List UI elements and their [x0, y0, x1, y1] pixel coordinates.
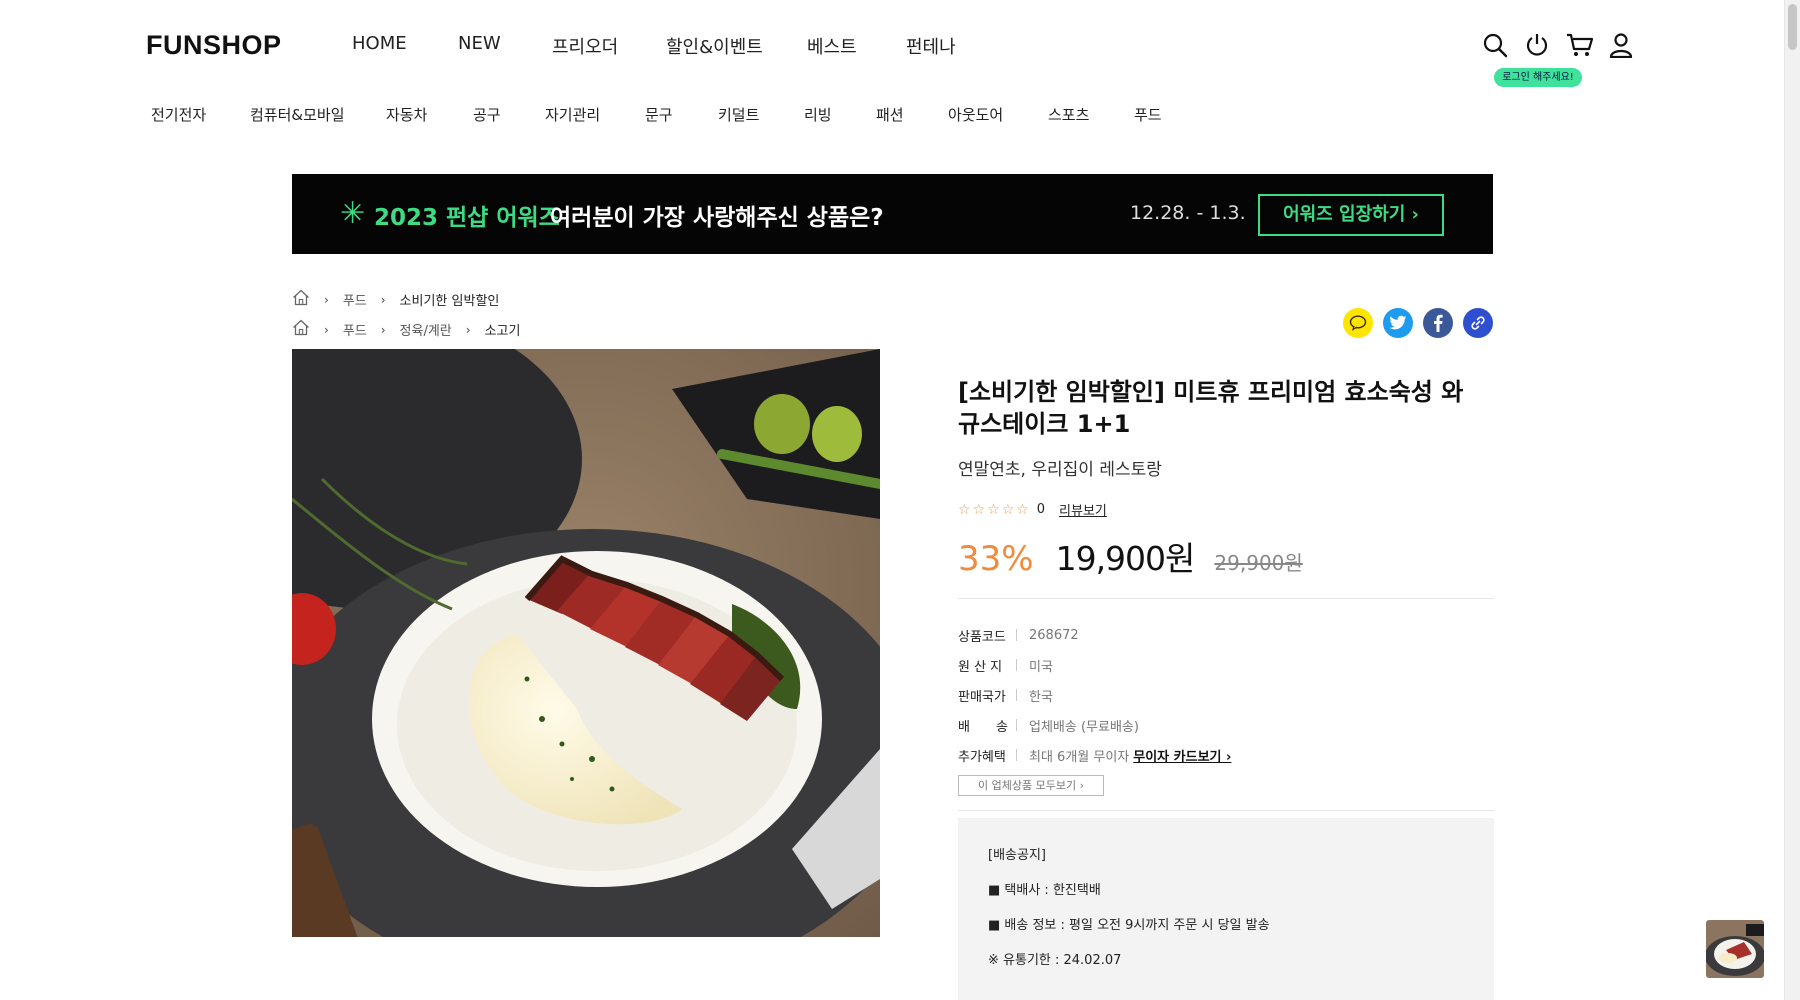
notice-line: ■ 택배사 : 한진택배 [988, 883, 1101, 898]
rating: ☆☆☆☆☆ 0 리뷰보기 [958, 500, 1107, 520]
home-icon[interactable] [292, 289, 310, 310]
spec-row: 상품코드 268672 [958, 620, 1494, 650]
recent-product-thumbnail[interactable] [1706, 920, 1764, 978]
spec-value: 미국 [1029, 659, 1053, 675]
awards-banner[interactable]: ✳ 2023 펀샵 어워즈 여러분이 가장 사랑해주신 상품은? 12.28. … [292, 174, 1493, 254]
price-row: 33% 19,900원 29,900원 [958, 532, 1303, 580]
discount-rate: 33% [958, 539, 1034, 579]
spec-row: 배 송 업체배송 (무료배송) [958, 710, 1494, 740]
cat-car[interactable]: 자동차 [386, 104, 427, 125]
banner-enter-button[interactable]: 어워즈 입장하기 › [1258, 194, 1444, 236]
chevron-right-icon: › [324, 322, 329, 337]
nav-home[interactable]: HOME [352, 33, 407, 54]
nav-funtenna[interactable]: 펀테나 [906, 33, 956, 59]
divider [958, 810, 1494, 811]
breadcrumb: › 푸드 › 정육/계란 › 소고기 [292, 319, 520, 340]
divider [958, 598, 1494, 599]
cat-fashion[interactable]: 패션 [876, 104, 904, 125]
spec-separator [1016, 689, 1017, 701]
banner-date: 12.28. - 1.3. [1130, 202, 1246, 224]
shipping-notice: [배송공지] ■ 택배사 : 한진택배 ■ 배송 정보 : 평일 오전 9시까지… [958, 818, 1494, 1000]
cat-tools[interactable]: 공구 [473, 104, 501, 125]
chevron-right-icon: › [324, 292, 329, 307]
product-title: [소비기한 임박할인] 미트휴 프리미엄 효소숙성 와규스테이크 1+1 [958, 378, 1464, 438]
spec-row: 원 산 지 미국 [958, 650, 1494, 680]
category-nav: 전기전자 컴퓨터&모바일 자동차 공구 자기관리 문구 키덜트 리빙 패션 아웃… [0, 104, 1300, 128]
spec-value: 최대 6개월 무이자 [1029, 749, 1130, 765]
cat-sports[interactable]: 스포츠 [1048, 104, 1089, 125]
spec-value: 268672 [1029, 627, 1079, 643]
cat-food[interactable]: 푸드 [1134, 104, 1162, 125]
spec-separator [1016, 659, 1017, 671]
cat-living[interactable]: 리빙 [804, 104, 832, 125]
spec-label: 추가혜택 [958, 749, 1006, 765]
notice-line: ※ 유통기한 : 24.02.07 [988, 953, 1122, 968]
spec-row: 판매국가 한국 [958, 680, 1494, 710]
cat-electronics[interactable]: 전기전자 [151, 104, 206, 125]
banner-star-icon: ✳ [340, 196, 366, 231]
spec-label: 판매국가 [958, 689, 1006, 705]
chevron-right-icon: › [380, 322, 386, 337]
product-image[interactable] [292, 349, 880, 937]
product-specs: 상품코드 268672 원 산 지 미국 판매국가 한국 배 송 업체배송 (무… [958, 620, 1494, 770]
scrollbar[interactable] [1784, 0, 1800, 1000]
rating-stars: ☆☆☆☆☆ [958, 501, 1031, 518]
kakao-icon[interactable] [1343, 308, 1373, 338]
spec-value: 한국 [1029, 689, 1053, 705]
banner-title: 2023 펀샵 어워즈 [374, 205, 560, 231]
nav-new[interactable]: NEW [458, 33, 501, 54]
cart-icon[interactable] [1566, 32, 1596, 62]
product-info: [소비기한 임박할인] 미트휴 프리미엄 효소숙성 와규스테이크 1+1 연말연… [958, 376, 1494, 1000]
spec-value: 업체배송 (무료배송) [1029, 719, 1139, 735]
search-icon[interactable] [1482, 32, 1512, 62]
all-vendor-products-button[interactable]: 이 업체상품 모두보기 › [958, 775, 1104, 796]
breadcrumb: › 푸드 › 소비기한 임박할인 [292, 289, 499, 310]
interest-free-card-link[interactable]: 무이자 카드보기 › [1133, 746, 1231, 765]
link-icon[interactable] [1463, 308, 1493, 338]
breadcrumb-beef[interactable]: 소고기 [485, 320, 521, 339]
spec-label: 원 산 지 [958, 659, 1003, 675]
cat-outdoor[interactable]: 아웃도어 [948, 104, 1003, 125]
twitter-icon[interactable] [1383, 308, 1413, 338]
breadcrumb-food[interactable]: 푸드 [343, 320, 367, 339]
power-icon[interactable] [1524, 32, 1554, 62]
scrollbar-thumb[interactable] [1788, 4, 1797, 50]
home-icon[interactable] [292, 319, 310, 340]
cat-kidult[interactable]: 키덜트 [718, 104, 759, 125]
breadcrumb-food[interactable]: 푸드 [343, 290, 367, 309]
review-link[interactable]: 리뷰보기 [1059, 500, 1107, 519]
nav-sale-event[interactable]: 할인&이벤트 [666, 33, 763, 59]
breadcrumb-expiry-sale[interactable]: 소비기한 임박할인 [400, 290, 500, 309]
spec-row: 추가혜택 최대 6개월 무이자 무이자 카드보기 › [958, 740, 1494, 770]
spec-separator [1016, 629, 1017, 641]
rating-count: 0 [1036, 502, 1046, 517]
user-icon[interactable] [1608, 32, 1638, 62]
login-tooltip: 로그인 해주세요! [1494, 68, 1582, 87]
spec-separator [1016, 749, 1017, 761]
spec-separator [1016, 719, 1017, 731]
sale-price: 19,900원 [1055, 539, 1196, 578]
notice-line: [배송공지] [988, 848, 1046, 863]
cat-computer-mobile[interactable]: 컴퓨터&모바일 [250, 104, 345, 125]
spec-label: 배 송 [958, 719, 1008, 735]
product-subtitle: 연말연초, 우리집이 레스토랑 [958, 460, 1162, 480]
cat-selfcare[interactable]: 자기관리 [545, 104, 600, 125]
nav-preorder[interactable]: 프리오더 [552, 33, 618, 59]
cat-stationery[interactable]: 문구 [645, 104, 673, 125]
banner-subtitle: 여러분이 가장 사랑해주신 상품은? [550, 205, 884, 231]
spec-label: 상품코드 [958, 629, 1006, 645]
facebook-icon[interactable] [1423, 308, 1453, 338]
original-price: 29,900원 [1214, 551, 1303, 575]
notice-line: ■ 배송 정보 : 평일 오전 9시까지 주문 시 당일 발송 [988, 918, 1270, 933]
chevron-right-icon: › [465, 322, 471, 337]
site-logo[interactable]: FUNSHOP [146, 30, 282, 61]
chevron-right-icon: › [380, 292, 386, 307]
breadcrumb-meat-eggs[interactable]: 정육/계란 [400, 320, 452, 339]
nav-best[interactable]: 베스트 [807, 33, 857, 59]
